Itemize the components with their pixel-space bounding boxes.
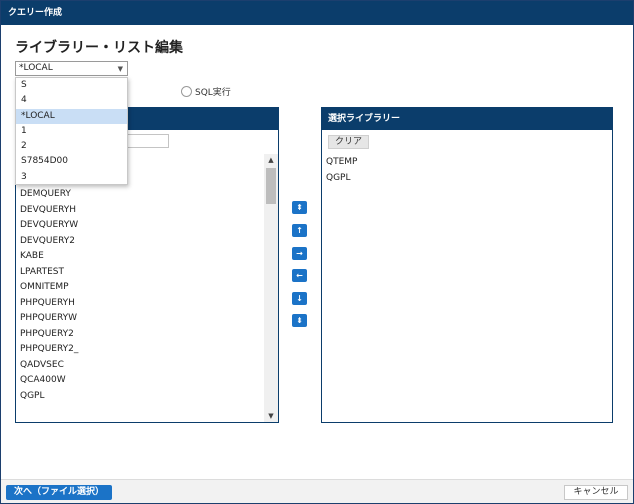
library-list-item[interactable]: QCA400W bbox=[16, 373, 264, 389]
move-down-button[interactable]: ↓ bbox=[292, 292, 307, 305]
system-option[interactable]: 3 bbox=[16, 170, 127, 185]
clear-button[interactable]: クリア bbox=[328, 135, 370, 149]
library-list-item[interactable]: PHPQUERY2 bbox=[16, 327, 264, 343]
system-select-value: *LOCAL bbox=[19, 63, 53, 73]
chevron-down-icon: ▼ bbox=[117, 65, 123, 73]
library-list-item[interactable]: QGPL bbox=[16, 389, 264, 405]
system-option[interactable]: *LOCAL bbox=[16, 108, 127, 124]
library-list-item[interactable]: PHPQUERY2_ bbox=[16, 342, 264, 358]
selected-panel-title: 選択ライブラリー bbox=[322, 108, 612, 130]
system-option[interactable]: 1 bbox=[16, 124, 127, 139]
footer-bar: 次へ（ファイル選択） キャンセル bbox=[1, 479, 633, 503]
system-option[interactable]: 4 bbox=[16, 93, 127, 108]
cancel-button[interactable]: キャンセル bbox=[564, 485, 628, 500]
library-list-item[interactable]: KABE bbox=[16, 249, 264, 265]
selected-library-item[interactable]: QTEMP bbox=[326, 154, 357, 170]
next-file-select-button[interactable]: 次へ（ファイル選択） bbox=[6, 485, 113, 500]
available-library-list: #LIBRARY#RPGLIBDEMQUERYDEVQUERYHDEVQUERY… bbox=[16, 156, 264, 422]
selected-library-list: QTEMP QGPL bbox=[326, 154, 357, 186]
scroll-down-icon[interactable]: ▼ bbox=[264, 410, 278, 422]
move-top-button[interactable]: ⇞ bbox=[292, 201, 307, 214]
library-list-item[interactable]: LPARTEST bbox=[16, 265, 264, 281]
system-select[interactable]: *LOCAL ▼ bbox=[15, 61, 128, 76]
sql-exec-label: SQL実行 bbox=[195, 88, 231, 98]
remove-left-button[interactable]: ← bbox=[292, 269, 307, 282]
library-list-scrollbar[interactable]: ▲ ▼ bbox=[264, 154, 278, 422]
add-right-button[interactable]: → bbox=[292, 247, 307, 260]
library-list-item[interactable]: DEMQUERY bbox=[16, 187, 264, 203]
move-up-button[interactable]: ↑ bbox=[292, 224, 307, 237]
library-list-item[interactable]: QADVSEC bbox=[16, 358, 264, 374]
scroll-thumb[interactable] bbox=[266, 168, 276, 204]
library-list-item[interactable]: PHPQUERYH bbox=[16, 296, 264, 312]
query-dialog: クエリー作成 ライブラリー・リスト編集 *LOCAL ▼ SQL実行 #LIBR… bbox=[0, 0, 634, 504]
scroll-up-icon[interactable]: ▲ bbox=[264, 154, 278, 166]
selected-library-item[interactable]: QGPL bbox=[326, 170, 357, 186]
window-title: クエリー作成 bbox=[1, 1, 633, 25]
move-bottom-button[interactable]: ⇟ bbox=[292, 314, 307, 327]
system-select-dropdown: S 4 *LOCAL 1 2 S7854D00 3 bbox=[15, 77, 128, 185]
library-list-item[interactable]: DEVQUERYH bbox=[16, 203, 264, 219]
page-title: ライブラリー・リスト編集 bbox=[15, 40, 183, 56]
library-list-item[interactable]: OMNITEMP bbox=[16, 280, 264, 296]
system-option[interactable]: 2 bbox=[16, 139, 127, 154]
library-list-item[interactable]: DEVQUERY2 bbox=[16, 234, 264, 250]
library-list-item[interactable]: DEVQUERYW bbox=[16, 218, 264, 234]
library-list-item[interactable]: PHPQUERYW bbox=[16, 311, 264, 327]
sql-exec-radio[interactable]: SQL実行 bbox=[181, 85, 231, 98]
selected-libraries-panel: 選択ライブラリー クリア QTEMP QGPL bbox=[321, 107, 613, 423]
radio-circle-icon bbox=[181, 86, 192, 97]
system-option[interactable]: S bbox=[16, 78, 127, 93]
system-option[interactable]: S7854D00 bbox=[16, 154, 127, 169]
